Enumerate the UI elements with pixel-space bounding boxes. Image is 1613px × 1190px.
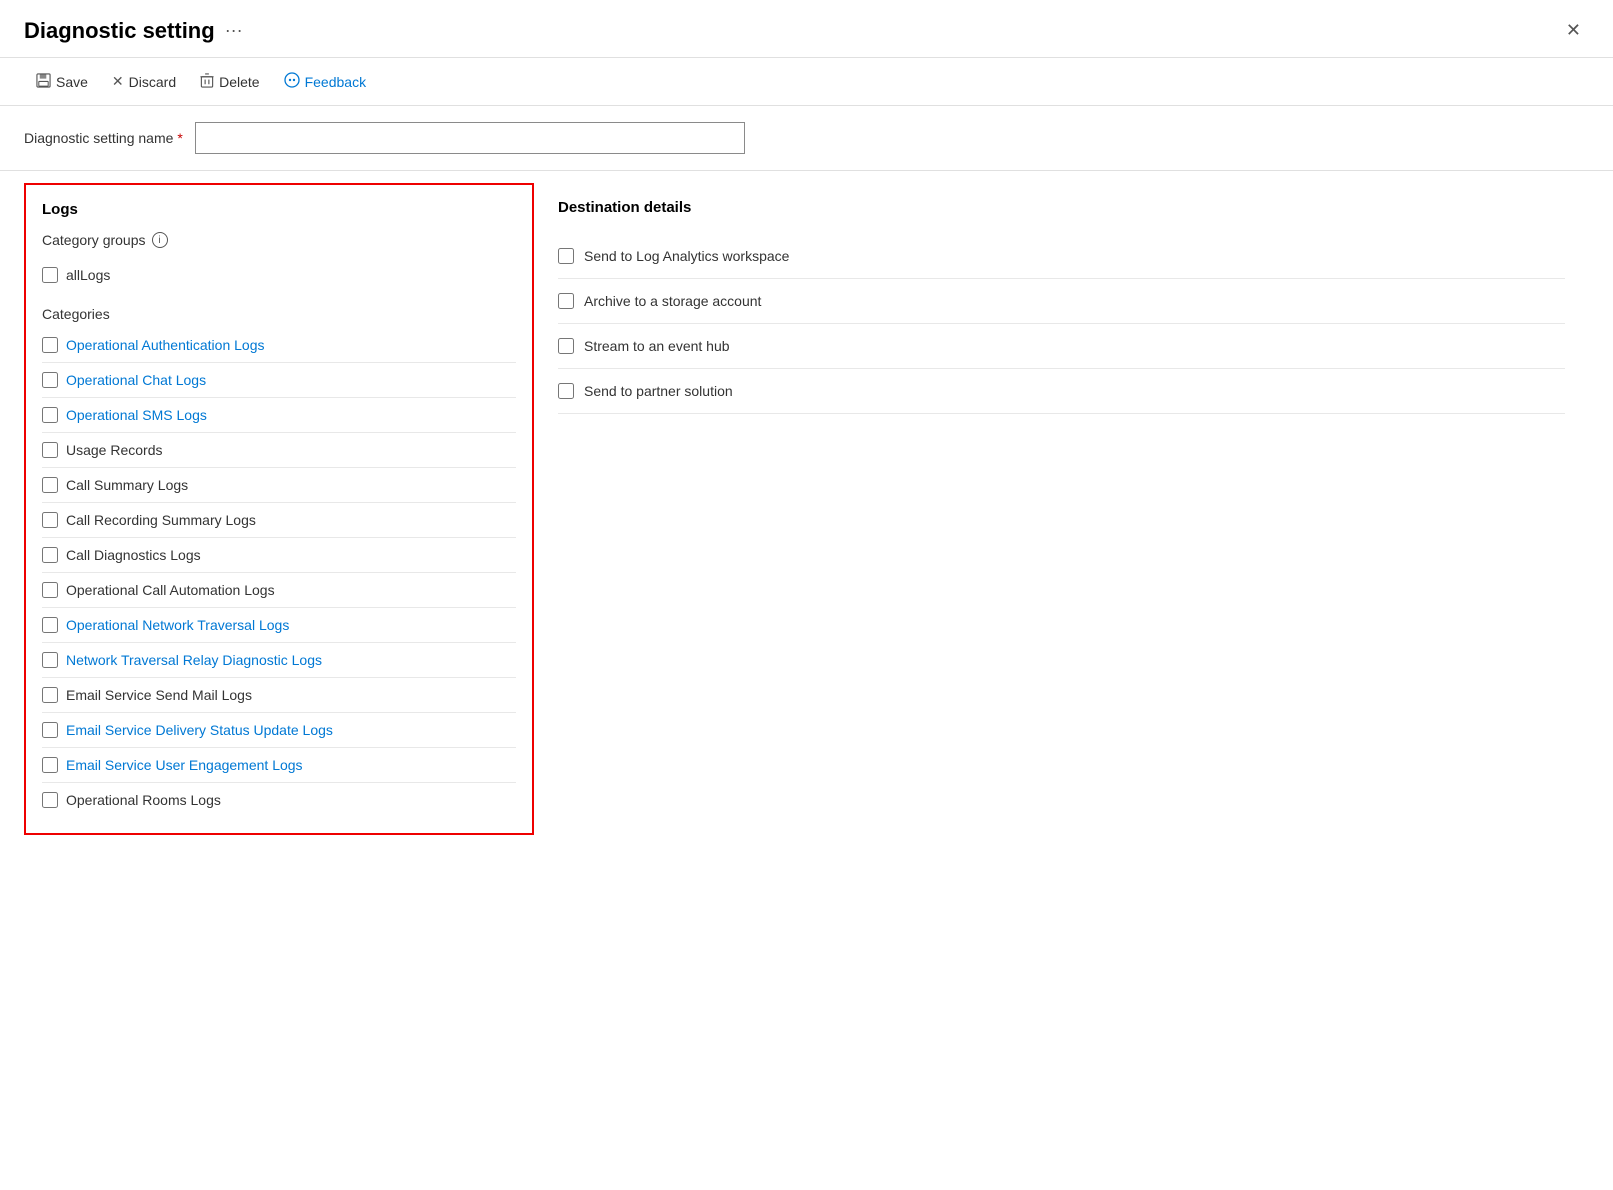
ellipsis-icon[interactable]: ··· bbox=[225, 20, 243, 41]
category-checkbox[interactable] bbox=[42, 442, 58, 458]
destination-label: Stream to an event hub bbox=[584, 338, 730, 354]
category-label: Usage Records bbox=[66, 442, 163, 458]
destination-panel-title: Destination details bbox=[558, 199, 1565, 216]
destination-item: Send to Log Analytics workspace bbox=[558, 234, 1565, 279]
category-item: Operational SMS Logs bbox=[42, 398, 516, 433]
save-button[interactable]: Save bbox=[24, 67, 100, 97]
category-label: Operational Rooms Logs bbox=[66, 792, 221, 808]
discard-button[interactable]: ✕ Discard bbox=[100, 67, 188, 96]
category-label: Network Traversal Relay Diagnostic Logs bbox=[66, 652, 322, 668]
delete-icon bbox=[200, 73, 214, 91]
category-checkbox[interactable] bbox=[42, 547, 58, 563]
category-label: Call Recording Summary Logs bbox=[66, 512, 256, 528]
feedback-icon bbox=[284, 72, 300, 91]
destination-checkbox[interactable] bbox=[558, 338, 574, 354]
destination-item: Stream to an event hub bbox=[558, 324, 1565, 369]
discard-icon: ✕ bbox=[112, 73, 124, 90]
header-left: Diagnostic setting ··· bbox=[24, 18, 243, 44]
category-item: Usage Records bbox=[42, 433, 516, 468]
category-item: Network Traversal Relay Diagnostic Logs bbox=[42, 643, 516, 678]
category-item: Email Service Send Mail Logs bbox=[42, 678, 516, 713]
category-checkbox[interactable] bbox=[42, 722, 58, 738]
setting-name-input[interactable] bbox=[195, 122, 745, 154]
category-label: Operational Network Traversal Logs bbox=[66, 617, 289, 633]
categories-list: Operational Authentication Logs Operatio… bbox=[42, 328, 516, 817]
setting-name-row: Diagnostic setting name * bbox=[0, 106, 1613, 171]
destination-list: Send to Log Analytics workspace Archive … bbox=[558, 234, 1565, 414]
category-item: Call Summary Logs bbox=[42, 468, 516, 503]
delete-button[interactable]: Delete bbox=[188, 67, 271, 97]
feedback-button[interactable]: Feedback bbox=[272, 66, 378, 97]
header: Diagnostic setting ··· ✕ bbox=[0, 0, 1613, 58]
save-label: Save bbox=[56, 74, 88, 90]
category-item: Operational Authentication Logs bbox=[42, 328, 516, 363]
save-icon bbox=[36, 73, 51, 91]
category-groups-list: allLogs bbox=[42, 258, 516, 292]
destination-panel: Destination details Send to Log Analytic… bbox=[534, 183, 1589, 835]
category-item: Operational Rooms Logs bbox=[42, 783, 516, 817]
category-checkbox[interactable] bbox=[42, 617, 58, 633]
category-checkbox[interactable] bbox=[42, 477, 58, 493]
category-label: Operational Call Automation Logs bbox=[66, 582, 275, 598]
logs-panel: Logs Category groups i allLogs Categorie… bbox=[24, 183, 534, 835]
category-checkbox[interactable] bbox=[42, 687, 58, 703]
category-checkbox[interactable] bbox=[42, 792, 58, 808]
destination-label: Send to partner solution bbox=[584, 383, 733, 399]
categories-header: Categories bbox=[42, 306, 516, 322]
main-content: Logs Category groups i allLogs Categorie… bbox=[0, 171, 1613, 835]
category-label: Operational Chat Logs bbox=[66, 372, 206, 388]
category-label: Call Summary Logs bbox=[66, 477, 188, 493]
category-label: Operational Authentication Logs bbox=[66, 337, 264, 353]
category-checkbox[interactable] bbox=[42, 407, 58, 423]
destination-label: Archive to a storage account bbox=[584, 293, 761, 309]
category-checkbox[interactable] bbox=[42, 512, 58, 528]
category-item: Operational Network Traversal Logs bbox=[42, 608, 516, 643]
discard-label: Discard bbox=[129, 74, 176, 90]
destination-item: Archive to a storage account bbox=[558, 279, 1565, 324]
category-item: Call Recording Summary Logs bbox=[42, 503, 516, 538]
category-group-label: allLogs bbox=[66, 267, 110, 283]
category-checkbox[interactable] bbox=[42, 372, 58, 388]
page-title: Diagnostic setting bbox=[24, 18, 215, 44]
category-item: Operational Chat Logs bbox=[42, 363, 516, 398]
category-label: Email Service Delivery Status Update Log… bbox=[66, 722, 333, 738]
categories-section: Categories Operational Authentication Lo… bbox=[42, 306, 516, 817]
feedback-label: Feedback bbox=[305, 74, 366, 90]
toolbar: Save ✕ Discard Delete bbox=[0, 58, 1613, 106]
setting-name-label: Diagnostic setting name * bbox=[24, 130, 183, 146]
category-item: Call Diagnostics Logs bbox=[42, 538, 516, 573]
category-groups-header: Category groups i bbox=[42, 232, 516, 248]
destination-item: Send to partner solution bbox=[558, 369, 1565, 414]
category-item: Email Service Delivery Status Update Log… bbox=[42, 713, 516, 748]
destination-checkbox[interactable] bbox=[558, 248, 574, 264]
page-container: Diagnostic setting ··· ✕ Save ✕ Discard bbox=[0, 0, 1613, 835]
category-group-checkbox[interactable] bbox=[42, 267, 58, 283]
category-group-item: allLogs bbox=[42, 258, 516, 292]
category-label: Email Service User Engagement Logs bbox=[66, 757, 303, 773]
logs-panel-title: Logs bbox=[42, 201, 516, 218]
destination-checkbox[interactable] bbox=[558, 383, 574, 399]
destination-label: Send to Log Analytics workspace bbox=[584, 248, 789, 264]
category-item: Email Service User Engagement Logs bbox=[42, 748, 516, 783]
close-button[interactable]: ✕ bbox=[1558, 16, 1589, 45]
info-icon[interactable]: i bbox=[152, 232, 168, 248]
category-groups-label: Category groups bbox=[42, 232, 146, 248]
category-item: Operational Call Automation Logs bbox=[42, 573, 516, 608]
category-label: Operational SMS Logs bbox=[66, 407, 207, 423]
destination-checkbox[interactable] bbox=[558, 293, 574, 309]
required-star: * bbox=[177, 130, 182, 146]
category-checkbox[interactable] bbox=[42, 337, 58, 353]
category-label: Call Diagnostics Logs bbox=[66, 547, 201, 563]
category-checkbox[interactable] bbox=[42, 582, 58, 598]
category-checkbox[interactable] bbox=[42, 652, 58, 668]
delete-label: Delete bbox=[219, 74, 259, 90]
category-label: Email Service Send Mail Logs bbox=[66, 687, 252, 703]
category-checkbox[interactable] bbox=[42, 757, 58, 773]
